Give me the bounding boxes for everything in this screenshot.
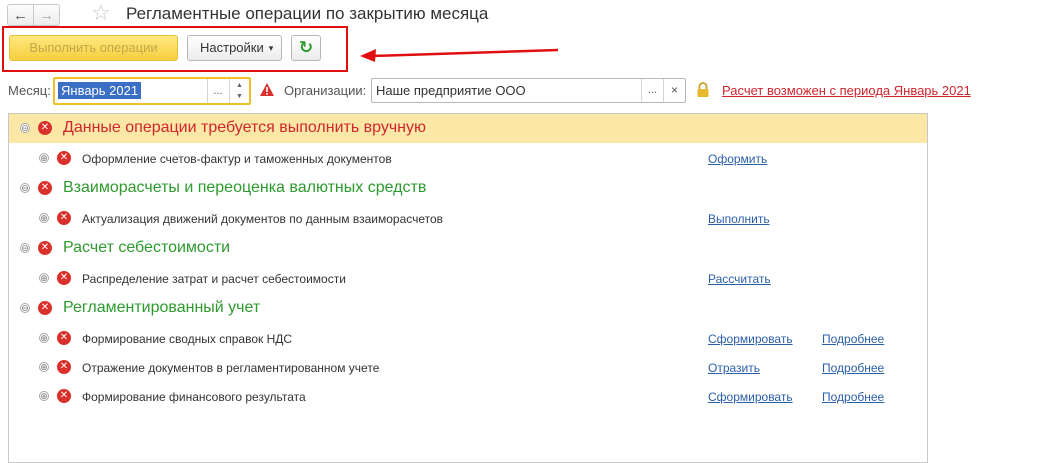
operation-row[interactable]: ⊕ ✕ Распределение затрат и расчет себест… <box>9 264 927 293</box>
month-field[interactable]: Январь 2021 ... ▲ ▼ <box>53 77 251 105</box>
expand-icon[interactable]: ⊕ <box>39 391 49 401</box>
page-title: Регламентные операции по закрытию месяца <box>126 4 489 23</box>
group-row[interactable]: ⊖ ✕ Расчет себестоимости <box>9 234 927 263</box>
operation-row[interactable]: ⊕ ✕ Отражение документов в регламентиров… <box>9 353 927 382</box>
collapse-icon[interactable]: ⊖ <box>20 183 30 193</box>
operation-name: Формирование сводных справок НДС <box>82 332 293 346</box>
error-icon: ✕ <box>38 241 52 255</box>
expand-icon[interactable]: ⊕ <box>39 362 49 372</box>
operation-details-link[interactable]: Подробнее <box>822 361 884 375</box>
organization-clear-button[interactable]: × <box>663 79 685 102</box>
month-value[interactable]: Январь 2021 <box>58 82 142 99</box>
operation-name: Распределение затрат и расчет себестоимо… <box>82 272 346 286</box>
error-icon: ✕ <box>57 331 71 345</box>
lock-icon <box>697 82 709 97</box>
back-button[interactable]: ← <box>7 4 34 26</box>
annotation-highlight-box <box>2 26 348 72</box>
operation-action-link[interactable]: Выполнить <box>708 212 770 226</box>
operation-name: Формирование финансового результата <box>82 390 306 404</box>
error-icon: ✕ <box>38 301 52 315</box>
month-label: Месяц: <box>8 83 51 98</box>
operation-details-link[interactable]: Подробнее <box>822 390 884 404</box>
expand-icon[interactable]: ⊕ <box>39 333 49 343</box>
operation-name: Оформление счетов-фактур и таможенных до… <box>82 152 392 166</box>
organization-value[interactable]: Наше предприятие ООО <box>376 83 526 98</box>
error-icon: ✕ <box>57 360 71 374</box>
error-icon: ✕ <box>57 389 71 403</box>
error-icon: ✕ <box>57 151 71 165</box>
annotation-arrow-icon <box>360 48 559 62</box>
group-row[interactable]: ⊖ ✕ Взаиморасчеты и переоценка валютных … <box>9 174 927 203</box>
operations-list: ⊖ ✕ Данные операции требуется выполнить … <box>8 113 928 463</box>
operation-action-link[interactable]: Сформировать <box>708 332 793 346</box>
spin-down-icon[interactable]: ▼ <box>230 91 249 102</box>
period-available-link[interactable]: Расчет возможен с периода Январь 2021 <box>722 83 971 98</box>
arrow-left-icon: ← <box>13 6 28 24</box>
operation-name: Отражение документов в регламентированно… <box>82 361 380 375</box>
error-icon: ✕ <box>38 181 52 195</box>
operation-details-link[interactable]: Подробнее <box>822 332 884 346</box>
operation-row[interactable]: ⊕ ✕ Формирование сводных справок НДС Сфо… <box>9 324 927 353</box>
warning-icon <box>260 83 274 96</box>
group-title: Взаиморасчеты и переоценка валютных сред… <box>63 179 427 196</box>
group-title: Данные операции требуется выполнить вруч… <box>63 119 427 136</box>
expand-icon[interactable]: ⊕ <box>39 213 49 223</box>
month-spinner[interactable]: ▲ ▼ <box>229 79 249 103</box>
operation-action-link[interactable]: Сформировать <box>708 390 793 404</box>
error-icon: ✕ <box>57 211 71 225</box>
group-title: Расчет себестоимости <box>63 239 231 256</box>
collapse-icon[interactable]: ⊖ <box>20 123 30 133</box>
operation-row[interactable]: ⊕ ✕ Формирование финансового результата … <box>9 382 927 411</box>
group-row[interactable]: ⊖ ✕ Регламентированный учет <box>9 294 927 323</box>
arrow-right-icon: → <box>39 6 54 24</box>
organization-field[interactable]: Наше предприятие ООО ... × <box>371 78 686 103</box>
spin-up-icon[interactable]: ▲ <box>230 80 249 91</box>
error-icon: ✕ <box>57 271 71 285</box>
operation-action-link[interactable]: Отразить <box>708 361 760 375</box>
expand-icon[interactable]: ⊕ <box>39 273 49 283</box>
operation-row[interactable]: ⊕ ✕ Оформление счетов-фактур и таможенны… <box>9 144 927 173</box>
collapse-icon[interactable]: ⊖ <box>20 303 30 313</box>
organization-select-button[interactable]: ... <box>641 79 663 102</box>
error-icon: ✕ <box>38 121 52 135</box>
group-title: Регламентированный учет <box>63 299 261 316</box>
favorite-star-icon[interactable]: ☆ <box>91 2 111 24</box>
group-row[interactable]: ⊖ ✕ Данные операции требуется выполнить … <box>9 114 927 143</box>
operation-row[interactable]: ⊕ ✕ Актуализация движений документов по … <box>9 204 927 233</box>
forward-button[interactable]: → <box>33 4 60 26</box>
operation-name: Актуализация движений документов по данн… <box>82 212 444 226</box>
collapse-icon[interactable]: ⊖ <box>20 243 30 253</box>
month-select-button[interactable]: ... <box>207 79 228 103</box>
organization-label: Организации: <box>284 83 367 98</box>
expand-icon[interactable]: ⊕ <box>39 153 49 163</box>
operation-action-link[interactable]: Оформить <box>708 152 767 166</box>
operation-action-link[interactable]: Рассчитать <box>708 272 771 286</box>
